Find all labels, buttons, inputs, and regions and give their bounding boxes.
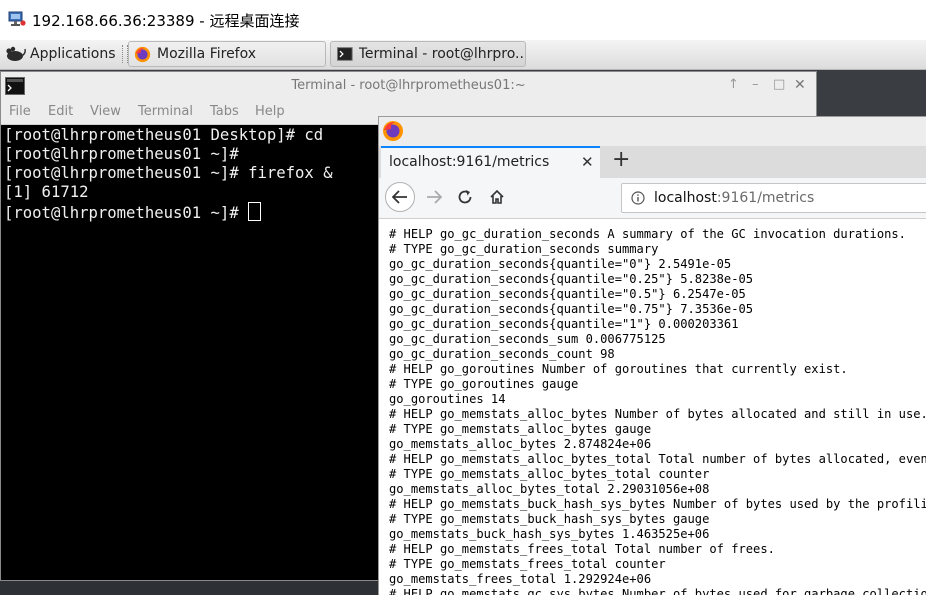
xfce-mouse-icon — [6, 46, 26, 61]
taskbar-terminal-label: Terminal - root@lhrpro... — [358, 46, 525, 62]
terminal-line: [1] 61712 — [4, 183, 89, 201]
metrics-line: # HELP go_goroutines Number of goroutine… — [389, 362, 848, 376]
terminal-prompt-line: [root@lhrprometheus01 ~]# — [4, 202, 333, 223]
applications-label: Applications — [30, 46, 116, 62]
metrics-line: go_gc_duration_seconds_count 98 — [389, 347, 615, 361]
terminal-window-title: Terminal - root@lhrprometheus01:~ — [291, 78, 526, 93]
url-path: :9161/metrics — [716, 190, 815, 206]
applications-menu-button[interactable]: Applications — [4, 42, 116, 66]
metrics-line: # HELP go_gc_duration_seconds A summary … — [389, 227, 906, 241]
url-bar[interactable]: localhost:9161/metrics — [621, 183, 926, 213]
metrics-line: # HELP go_memstats_alloc_bytes_total Tot… — [389, 452, 926, 466]
home-icon — [490, 189, 504, 204]
menu-file[interactable]: File — [9, 104, 31, 119]
menu-edit[interactable]: Edit — [48, 104, 73, 119]
metrics-line: go_memstats_alloc_bytes_total 2.29031056… — [389, 482, 710, 496]
maximize-icon[interactable]: □ — [773, 77, 785, 92]
firefox-icon — [134, 46, 151, 62]
metrics-line: # TYPE go_memstats_buck_hash_sys_bytes g… — [389, 512, 710, 526]
forward-button[interactable] — [419, 182, 449, 212]
metrics-line: go_memstats_buck_hash_sys_bytes 1.463525… — [389, 527, 710, 541]
remote-desktop-icon — [8, 11, 26, 26]
firefox-tab-strip: localhost:9161/metrics ✕ + — [379, 146, 926, 178]
metrics-line: go_gc_duration_seconds_sum 0.006775125 — [389, 332, 666, 346]
metrics-line: # HELP go_memstats_gc_sys_bytes Number o… — [389, 587, 926, 595]
back-arrow-icon — [392, 190, 407, 204]
taskbar-terminal-button[interactable]: Terminal - root@lhrpro... — [330, 41, 526, 67]
terminal-line: [root@lhrprometheus01 ~]# firefox & — [4, 164, 333, 182]
reload-button[interactable] — [450, 182, 480, 212]
menu-view[interactable]: View — [90, 104, 121, 119]
metrics-line: go_goroutines 14 — [389, 392, 506, 406]
new-tab-icon[interactable]: + — [612, 147, 630, 172]
metrics-line: # TYPE go_memstats_alloc_bytes gauge — [389, 422, 652, 436]
metrics-line: go_gc_duration_seconds{quantile="1"} 0.0… — [389, 317, 739, 331]
terminal-line: [root@lhrprometheus01 ~]# — [4, 145, 239, 163]
terminal-cursor — [248, 202, 262, 221]
metrics-line: go_gc_duration_seconds{quantile="0.75"} … — [389, 302, 754, 316]
tab-title: localhost:9161/metrics — [389, 154, 550, 170]
terminal-icon — [337, 47, 353, 61]
keep-above-icon[interactable]: ↑ — [728, 77, 739, 92]
site-info-icon[interactable] — [631, 191, 645, 205]
menu-help[interactable]: Help — [255, 104, 285, 119]
metrics-line: # HELP go_memstats_frees_total Total num… — [389, 542, 775, 556]
taskbar-firefox-label: Mozilla Firefox — [157, 46, 257, 62]
metrics-page-content: # HELP go_gc_duration_seconds A summary … — [389, 227, 926, 595]
desktop-background — [0, 581, 378, 595]
terminal-prompt: [root@lhrprometheus01 ~]# — [4, 204, 249, 222]
reload-icon — [458, 190, 472, 204]
url-text: localhost:9161/metrics — [654, 190, 814, 206]
metrics-line: go_memstats_frees_total 1.292924e+06 — [389, 572, 652, 586]
forward-arrow-icon — [427, 190, 442, 204]
tab-metrics[interactable]: localhost:9161/metrics ✕ — [381, 146, 600, 178]
remote-desktop-title: 192.168.66.36:23389 - 远程桌面连接 — [32, 12, 300, 30]
metrics-line: go_gc_duration_seconds{quantile="0.25"} … — [389, 272, 754, 286]
metrics-line: go_memstats_alloc_bytes 2.874824e+06 — [389, 437, 652, 451]
firefox-navigation-bar: localhost:9161/metrics — [379, 178, 926, 219]
taskbar-firefox-button[interactable]: Mozilla Firefox — [128, 41, 326, 67]
close-icon[interactable]: ✕ — [794, 77, 806, 93]
terminal-title-bar[interactable]: Terminal - root@lhrprometheus01:~ ↑ – □ … — [1, 72, 816, 100]
metrics-line: # TYPE go_memstats_frees_total counter — [389, 557, 666, 571]
metrics-line: # HELP go_memstats_alloc_bytes Number of… — [389, 407, 926, 421]
remote-desktop-title-bar: 192.168.66.36:23389 - 远程桌面连接 — [0, 0, 926, 41]
metrics-line: go_gc_duration_seconds{quantile="0"} 2.5… — [389, 257, 732, 271]
firefox-title-bar[interactable] — [379, 117, 926, 146]
terminal-line: [root@lhrprometheus01 Desktop]# cd — [4, 126, 324, 144]
menu-tabs[interactable]: Tabs — [210, 104, 239, 119]
back-button[interactable] — [385, 182, 415, 212]
home-button[interactable] — [482, 182, 512, 212]
metrics-line: go_gc_duration_seconds{quantile="0.5"} 6… — [389, 287, 746, 301]
metrics-line: # HELP go_memstats_buck_hash_sys_bytes N… — [389, 497, 926, 511]
metrics-line: # TYPE go_memstats_alloc_bytes_total cou… — [389, 467, 710, 481]
desktop-panel: Applications Mozilla Firefox Terminal - … — [0, 40, 926, 70]
terminal-output[interactable]: [root@lhrprometheus01 Desktop]# cd [root@… — [4, 126, 333, 223]
firefox-window[interactable]: localhost:9161/metrics ✕ + localhost:916… — [378, 116, 926, 595]
tab-close-icon[interactable]: ✕ — [581, 153, 594, 171]
metrics-line: # TYPE go_goroutines gauge — [389, 377, 579, 391]
minimize-icon[interactable]: – — [752, 77, 759, 92]
firefox-logo-icon — [383, 121, 403, 141]
metrics-line: # TYPE go_gc_duration_seconds summary — [389, 242, 659, 256]
menu-terminal[interactable]: Terminal — [138, 104, 193, 119]
url-host: localhost — [654, 190, 717, 206]
